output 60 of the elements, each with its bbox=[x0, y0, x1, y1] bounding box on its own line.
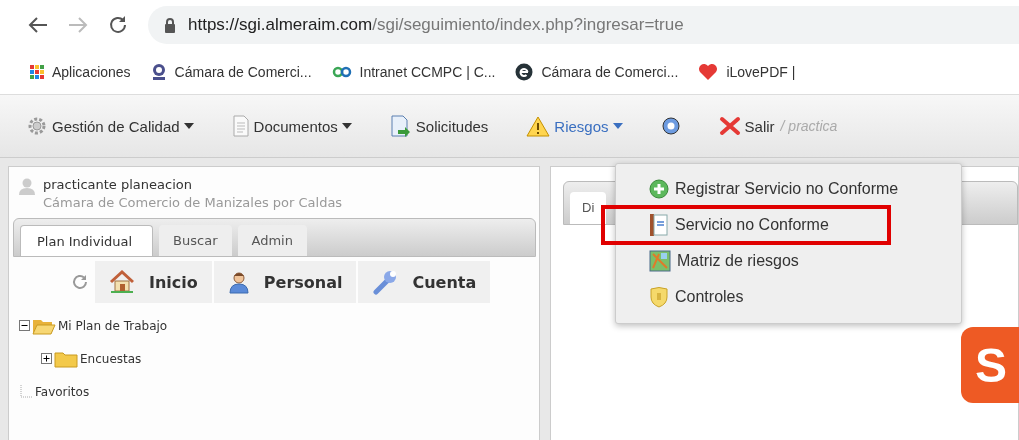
tab[interactable]: Di bbox=[570, 192, 607, 224]
nav-button[interactable]: Personal bbox=[213, 261, 357, 303]
menu-button[interactable]: Documentos bbox=[231, 115, 352, 137]
bookmark[interactable]: iLovePDF | bbox=[698, 63, 796, 81]
letter-circle-icon bbox=[515, 63, 534, 81]
tree-item[interactable]: Encuestas bbox=[80, 351, 142, 366]
page-icon bbox=[231, 115, 250, 137]
folder-icon bbox=[54, 349, 78, 368]
close-icon bbox=[718, 116, 741, 136]
user-label: / practica bbox=[780, 118, 838, 134]
shield-icon bbox=[649, 286, 669, 308]
menu-button[interactable]: Riesgos bbox=[526, 115, 623, 137]
apps-grid-icon bbox=[30, 65, 44, 79]
menu-button[interactable]: Salir bbox=[718, 116, 775, 136]
house-icon bbox=[109, 270, 135, 294]
menu-button[interactable] bbox=[660, 116, 681, 136]
rings-icon bbox=[331, 66, 352, 78]
person-icon bbox=[227, 270, 250, 294]
tree-item[interactable]: Favoritos bbox=[35, 384, 90, 399]
menu-item[interactable]: Controles bbox=[616, 279, 961, 315]
page-arrow-icon bbox=[389, 115, 412, 137]
user-silhouette-icon bbox=[19, 177, 35, 195]
lock-icon bbox=[164, 17, 176, 33]
bookmark[interactable]: Cámara de Comerci... bbox=[150, 63, 312, 81]
menu-item[interactable]: Servicio no Conforme bbox=[601, 205, 891, 245]
nav-button[interactable]: Cuenta bbox=[358, 261, 491, 303]
bookmark[interactable]: Aplicaciones bbox=[30, 64, 131, 80]
url-text: https://sgi.almeraim.com/sgi/seguimiento/index.php?ingresar=true bbox=[188, 15, 684, 35]
forward-arrow-icon bbox=[68, 16, 88, 34]
document-icon bbox=[649, 213, 669, 237]
menu-item[interactable]: Matriz de riesgos bbox=[616, 243, 961, 279]
refresh-icon bbox=[71, 273, 89, 291]
back-arrow-icon bbox=[28, 16, 48, 34]
tab[interactable]: Plan Individual bbox=[20, 225, 154, 256]
bookmark[interactable]: Intranet CCMPC | C... bbox=[331, 64, 496, 80]
user-name: practicante planeacion bbox=[43, 177, 193, 192]
organization-name: Cámara de Comercio de Manizales por Caldas bbox=[43, 195, 343, 210]
bookmark[interactable]: Cámara de Comerci... bbox=[515, 63, 679, 81]
emblem-icon bbox=[150, 63, 167, 81]
tree-line-icon bbox=[19, 384, 33, 399]
menu-button[interactable]: Solicitudes bbox=[389, 115, 489, 137]
help-icon bbox=[660, 116, 681, 136]
heart-icon bbox=[698, 63, 719, 81]
wrench-icon bbox=[372, 269, 399, 295]
caret-icon bbox=[183, 123, 194, 129]
caret-icon bbox=[341, 123, 352, 129]
reload-icon bbox=[108, 15, 128, 35]
warning-icon bbox=[526, 115, 551, 137]
tab[interactable]: Buscar bbox=[159, 225, 232, 256]
logo-block: S bbox=[961, 327, 1019, 403]
caret-icon bbox=[612, 123, 623, 129]
address-bar[interactable]: https://sgi.almeraim.com/sgi/seguimiento/index.php?ingresar=true bbox=[148, 6, 1019, 44]
tree-item[interactable]: Mi Plan de Trabajo bbox=[58, 318, 168, 333]
plus-circle-icon bbox=[649, 179, 669, 199]
gear-icon bbox=[26, 116, 48, 136]
menu-item[interactable]: Registrar Servicio no Conforme bbox=[616, 171, 961, 207]
tab[interactable]: Admin bbox=[237, 225, 307, 256]
nav-button[interactable]: Inicio bbox=[95, 261, 212, 303]
menu-button[interactable]: Gestión de Calidad bbox=[26, 116, 194, 136]
map-icon bbox=[649, 250, 671, 272]
